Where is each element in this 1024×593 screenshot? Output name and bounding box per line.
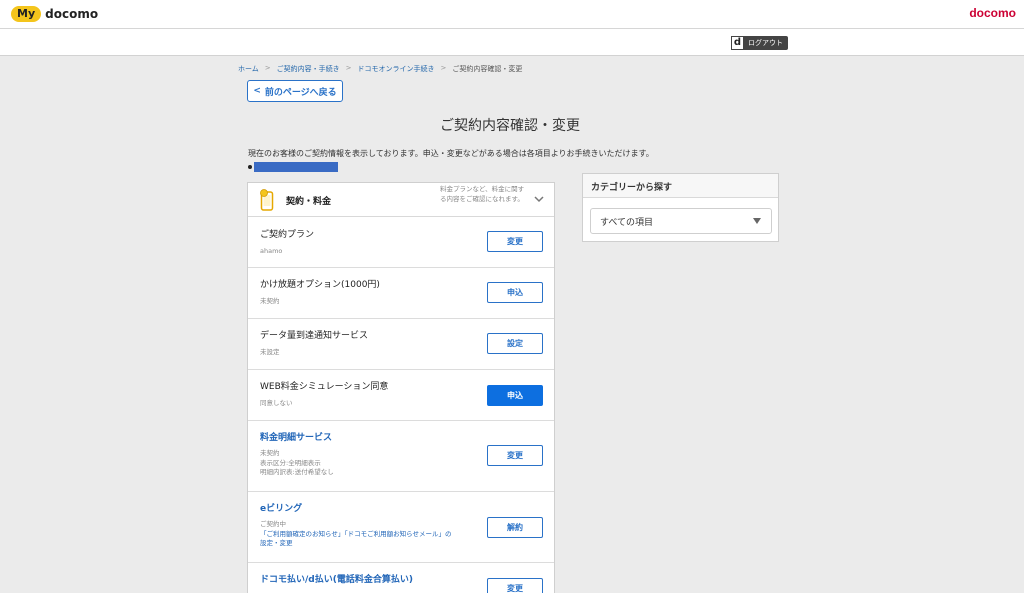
panel-row: ドコモ払い/d払い(電話料金合算払い) 変更 bbox=[248, 563, 554, 593]
panel-row: eビリングご契約中 「ご利用額確定のお知らせ」「ドコモご利用額お知らせメール」の設… bbox=[248, 492, 554, 563]
notice-text: 現在のお客様のご契約情報を表示しております。申込・変更などがある場合は各項目より… bbox=[248, 149, 654, 158]
breadcrumb-separator-icon: > bbox=[345, 64, 352, 72]
row-action-button[interactable]: 申込 bbox=[487, 282, 543, 303]
panel-row: WEB料金シミュレーション同意 同意しない 申込 bbox=[248, 370, 554, 421]
row-action-button[interactable]: 変更 bbox=[487, 578, 543, 593]
row-status: 未設定 bbox=[260, 348, 280, 358]
panel-row: ご契約プラン ahamo 変更 bbox=[248, 218, 554, 268]
contract-panel: 契約・料金 料金プランなど、料金に関する内容をご確認になれます。 ご契約プラン a… bbox=[247, 182, 555, 593]
row-status-line: 「ご利用額確定のお知らせ」「ドコモご利用額お知らせメール」の bbox=[260, 529, 452, 538]
category-box: カテゴリーから探す すべての項目 bbox=[582, 173, 779, 242]
row-title[interactable]: 料金明細サービス bbox=[260, 430, 332, 443]
row-status: 同意しない bbox=[260, 399, 293, 409]
row-action-button[interactable]: 申込 bbox=[487, 385, 543, 406]
row-status: ご契約中 「ご利用額確定のお知らせ」「ドコモご利用額お知らせメール」の 設定・変更 bbox=[260, 520, 452, 549]
panel-title: 契約・料金 bbox=[286, 197, 332, 207]
breadcrumb-online[interactable]: ドコモオンライン手続き bbox=[358, 64, 435, 74]
sub-bar: d ログアウト bbox=[0, 29, 1024, 56]
my-badge: My bbox=[11, 6, 42, 22]
logout-label: ログアウト bbox=[748, 39, 783, 47]
row-status-line: 未契約 bbox=[260, 449, 280, 457]
page-title: ご契約内容確認・変更 bbox=[440, 118, 580, 134]
redacted-bar bbox=[254, 161, 338, 172]
row-title: WEB料金シミュレーション同意 bbox=[260, 382, 389, 392]
panel-row: かけ放題オプション(1000円) 未契約 申込 bbox=[248, 268, 554, 319]
panel-header[interactable]: 契約・料金 料金プランなど、料金に関する内容をご確認になれます。 bbox=[248, 183, 554, 217]
row-status-line: ご契約中 bbox=[260, 520, 286, 528]
row-status: ahamo bbox=[260, 247, 282, 257]
panel-row: 料金明細サービス未契約 表示区分:全明細表示 明細内訳表:送付希望なし 変更 bbox=[248, 421, 554, 492]
panel-description: 料金プランなど、料金に関する内容をご確認になれます。 bbox=[440, 185, 525, 203]
row-title: ご契約プラン bbox=[260, 230, 315, 240]
my-docomo-logo[interactable]: My docomo bbox=[11, 6, 98, 22]
smartphone-icon bbox=[260, 189, 274, 211]
chevron-down-icon[interactable] bbox=[533, 193, 545, 205]
row-status-line: 設定・変更 bbox=[260, 539, 293, 547]
row-action-button[interactable]: 変更 bbox=[487, 445, 543, 466]
masked-phone-number bbox=[248, 161, 338, 172]
row-status-line: ahamo bbox=[260, 247, 283, 255]
row-action-button[interactable]: 変更 bbox=[487, 231, 543, 252]
d-account-icon: d bbox=[731, 36, 744, 50]
category-select[interactable]: すべての項目 bbox=[590, 208, 772, 234]
back-button[interactable]: < 前のページへ戻る bbox=[247, 80, 343, 102]
breadcrumb-current: ご契約内容確認・変更 bbox=[452, 65, 523, 73]
row-status-line: 同意しない bbox=[260, 399, 293, 407]
row-status-line: 未契約 bbox=[260, 297, 280, 305]
panel-row: データ量到達通知サービス 未設定 設定 bbox=[248, 319, 554, 370]
row-status-line: 表示区分:全明細表示 bbox=[260, 458, 321, 467]
bullet-icon bbox=[248, 164, 252, 169]
docomo-brand-logo[interactable]: docomo bbox=[969, 6, 1016, 20]
top-bar: My docomo docomo bbox=[0, 0, 1024, 29]
category-heading: カテゴリーから探す bbox=[583, 174, 778, 198]
caret-down-icon bbox=[753, 218, 761, 224]
row-action-button[interactable]: 解約 bbox=[487, 517, 543, 538]
row-status: 未契約 表示区分:全明細表示 明細内訳表:送付希望なし bbox=[260, 449, 334, 478]
breadcrumb-separator-icon: > bbox=[440, 64, 447, 72]
category-selected-value: すべての項目 bbox=[600, 218, 654, 228]
my-docomo-text: docomo bbox=[45, 7, 99, 21]
row-status: 未契約 bbox=[260, 297, 280, 307]
row-action-button[interactable]: 設定 bbox=[487, 333, 543, 354]
row-status-line: 明細内訳表:送付希望なし bbox=[260, 468, 334, 476]
breadcrumb: ホーム > ご契約内容・手続き > ドコモオンライン手続き > ご契約内容確認・… bbox=[238, 64, 522, 74]
breadcrumb-home[interactable]: ホーム bbox=[238, 64, 259, 74]
row-title: データ量到達通知サービス bbox=[260, 331, 369, 341]
row-title[interactable]: eビリング bbox=[260, 501, 302, 514]
row-title: かけ放題オプション(1000円) bbox=[260, 280, 380, 290]
logout-button[interactable]: d ログアウト bbox=[731, 36, 788, 50]
back-button-label: 前のページへ戻る bbox=[264, 87, 337, 98]
row-title[interactable]: ドコモ払い/d払い(電話料金合算払い) bbox=[260, 572, 413, 585]
breadcrumb-separator-icon: > bbox=[264, 64, 271, 72]
chevron-left-icon: < bbox=[253, 86, 261, 96]
breadcrumb-contract[interactable]: ご契約内容・手続き bbox=[277, 64, 340, 74]
row-status-line: 未設定 bbox=[260, 348, 280, 356]
